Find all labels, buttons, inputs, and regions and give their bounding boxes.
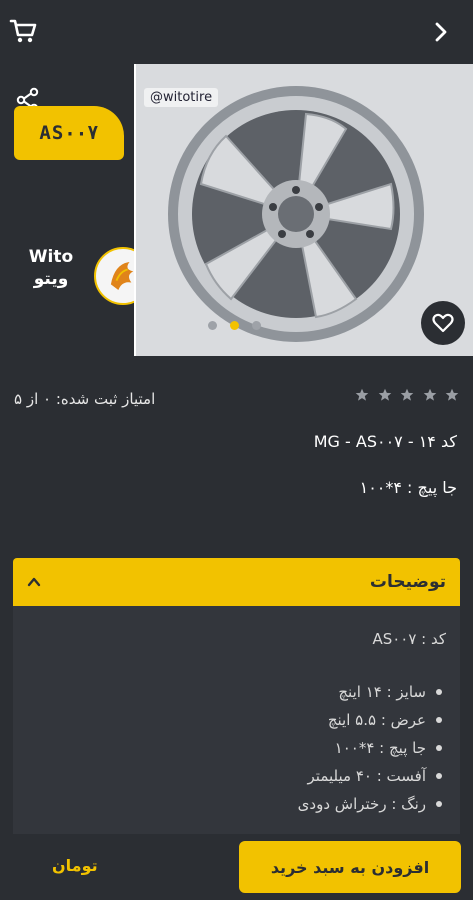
chevron-right-icon[interactable] [429,20,453,44]
bullet-icon [436,745,442,751]
product-code-badge: AS۰۰۷ [14,106,124,160]
star-icon[interactable] [445,388,459,402]
bolt-pattern: جا پیچ : ۴*۱۰۰ [359,478,457,497]
carousel-dot-2[interactable] [230,321,239,330]
description-title: توضیحات [369,572,446,592]
cart-icon[interactable] [8,16,38,46]
brand-panel: AS۰۰۷ Wito ویتو [0,64,152,356]
spec-width: عرض : ۵.۵ اینچ [327,711,426,729]
favorite-button[interactable] [421,301,465,345]
top-bar [0,0,473,64]
spec-bolt: جا پیچ : ۴*۱۰۰ [334,739,426,757]
spec-color: رنگ : رختراش دودی [297,795,426,813]
list-item: جا پیچ : ۴*۱۰۰ [298,734,442,762]
star-icon[interactable] [355,388,369,402]
chevron-up-icon[interactable] [27,575,41,589]
rating-text: امتیاز ثبت شده: ۰ از ۵ [14,390,156,408]
heart-icon [432,313,454,333]
product-gallery: AS۰۰۷ Wito ویتو @witotire [0,64,473,356]
spec-offset: آفست : ۴۰ میلیمتر [307,767,426,785]
list-item: سایز : ۱۴ اینچ [298,678,442,706]
list-item: عرض : ۵.۵ اینچ [298,706,442,734]
logo-text-persian: ویتو [33,269,69,289]
price-label: تومان [52,856,98,875]
star-icon[interactable] [378,388,392,402]
carousel-dot-3[interactable] [252,321,261,330]
description-body: کد : AS۰۰۷ سایز : ۱۴ اینچ عرض : ۵.۵ اینچ… [13,606,460,834]
description-accordion-header[interactable]: توضیحات [13,558,460,606]
brand-logo-text: Wito ویتو [12,246,90,290]
logo-text-latin: Wito [28,247,74,267]
carousel-dot-1[interactable] [208,321,217,330]
add-to-cart-button[interactable]: افزودن به سبد خرید [239,841,461,893]
bullet-icon [436,717,442,723]
star-icon[interactable] [400,388,414,402]
rating-stars[interactable] [355,388,459,406]
star-icon[interactable] [423,388,437,402]
rim-image [168,86,424,342]
spec-size: سایز : ۱۴ اینچ [338,683,426,701]
bullet-icon [436,689,442,695]
bullet-icon [436,801,442,807]
spec-list: سایز : ۱۴ اینچ عرض : ۵.۵ اینچ جا پیچ : ۴… [298,678,442,818]
bottom-bar: تومان افزودن به سبد خرید [0,834,473,900]
list-item: رنگ : رختراش دودی [298,790,442,818]
bullet-icon [436,773,442,779]
list-item: آفست : ۴۰ میلیمتر [298,762,442,790]
description-code: کد : AS۰۰۷ [372,630,446,648]
product-photo[interactable]: @witotire [134,64,473,356]
product-code: کد MG - AS۰۰۷ - ۱۴ [313,432,457,451]
